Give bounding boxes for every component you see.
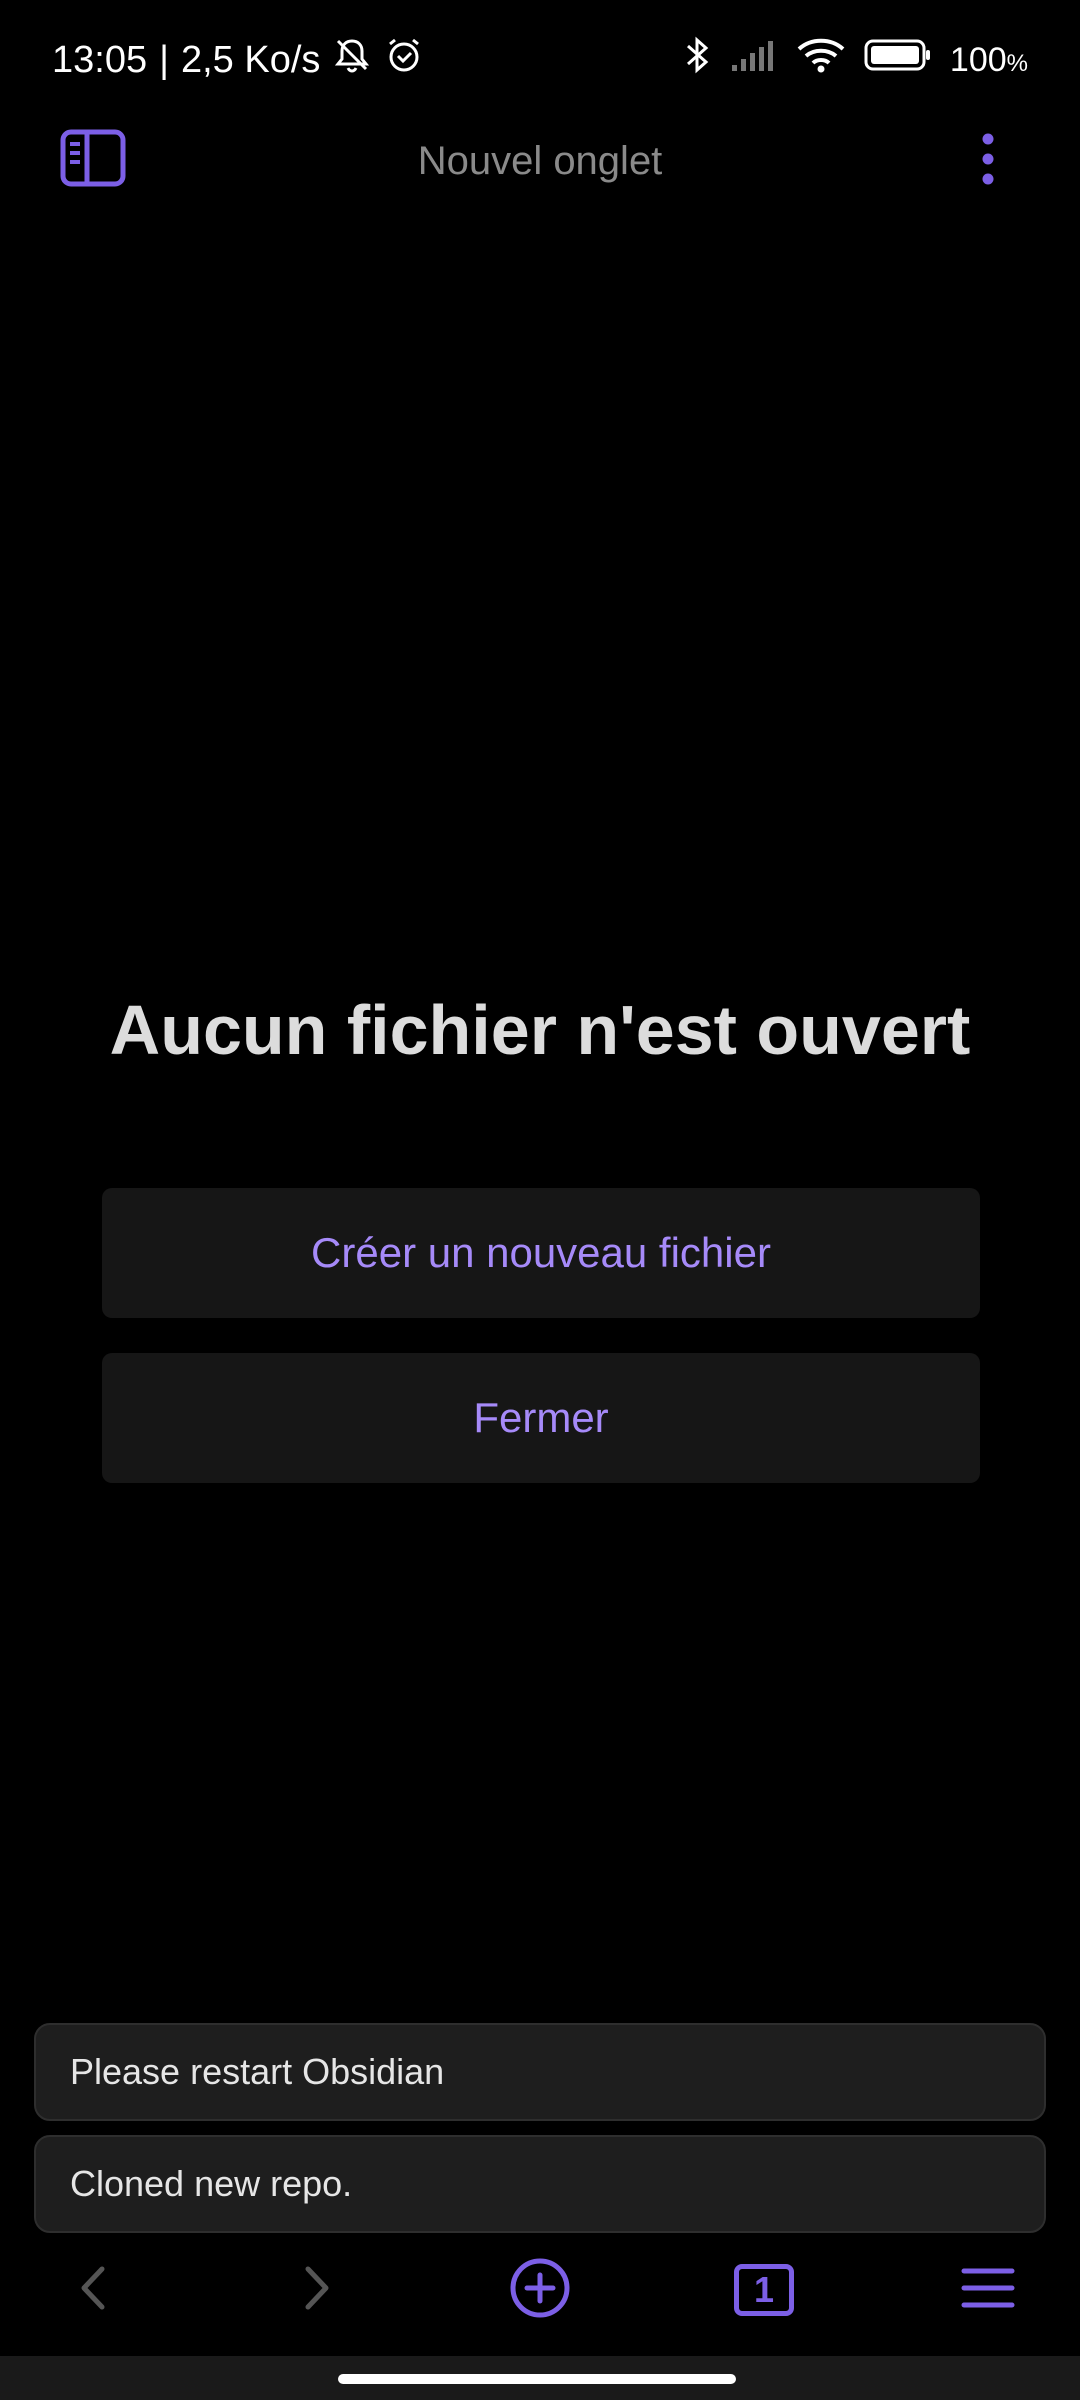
status-network-speed: 2,5 Ko/s xyxy=(180,38,321,81)
status-bar: 13:05 | 2,5 Ko/s 100% xyxy=(0,0,1080,120)
more-options-button[interactable] xyxy=(960,128,1016,194)
mute-icon xyxy=(332,35,372,85)
back-icon xyxy=(74,2263,114,2318)
battery-icon xyxy=(864,38,932,82)
more-vertical-icon xyxy=(980,132,996,191)
menu-button[interactable] xyxy=(948,2250,1028,2330)
new-tab-icon xyxy=(508,2256,572,2325)
signal-icon xyxy=(730,37,778,83)
gesture-area xyxy=(0,2356,1080,2400)
back-button[interactable] xyxy=(54,2250,134,2330)
status-right: 100% xyxy=(684,34,1028,86)
close-button[interactable]: Fermer xyxy=(102,1353,980,1483)
notice-restart[interactable]: Please restart Obsidian xyxy=(34,2023,1046,2121)
empty-state-title: Aucun fichier n'est ouvert xyxy=(109,991,971,1069)
create-new-file-button[interactable]: Créer un nouveau fichier xyxy=(102,1188,980,1318)
status-separator: | xyxy=(159,38,169,81)
sidebar-toggle-icon xyxy=(60,129,126,192)
wifi-icon xyxy=(796,35,846,85)
battery-percent: 100 xyxy=(949,40,1007,79)
new-tab-button[interactable] xyxy=(500,2250,580,2330)
forward-button[interactable] xyxy=(276,2250,356,2330)
tab-title: Nouvel onglet xyxy=(417,138,663,183)
notice-cloned[interactable]: Cloned new repo. xyxy=(34,2135,1046,2233)
bluetooth-icon xyxy=(684,34,712,86)
menu-icon xyxy=(961,2266,1015,2315)
home-indicator[interactable] xyxy=(338,2374,736,2384)
sidebar-toggle-button[interactable] xyxy=(60,129,126,192)
status-left: 13:05 | 2,5 Ko/s xyxy=(52,35,424,85)
tab-switcher-icon: 1 xyxy=(734,2264,794,2316)
battery-level: 100% xyxy=(950,41,1028,80)
alarm-icon xyxy=(384,35,424,85)
tab-switcher-button[interactable]: 1 xyxy=(724,2250,804,2330)
screen: 13:05 | 2,5 Ko/s 100% Nouvel onglet Aucu… xyxy=(0,0,1080,2400)
top-bar: Nouvel onglet xyxy=(0,120,1080,202)
status-time: 13:05 xyxy=(52,38,148,81)
tab-count: 1 xyxy=(753,2269,775,2310)
forward-icon xyxy=(296,2263,336,2318)
battery-unit: % xyxy=(1006,49,1028,77)
bottom-nav: 1 xyxy=(0,2230,1080,2350)
